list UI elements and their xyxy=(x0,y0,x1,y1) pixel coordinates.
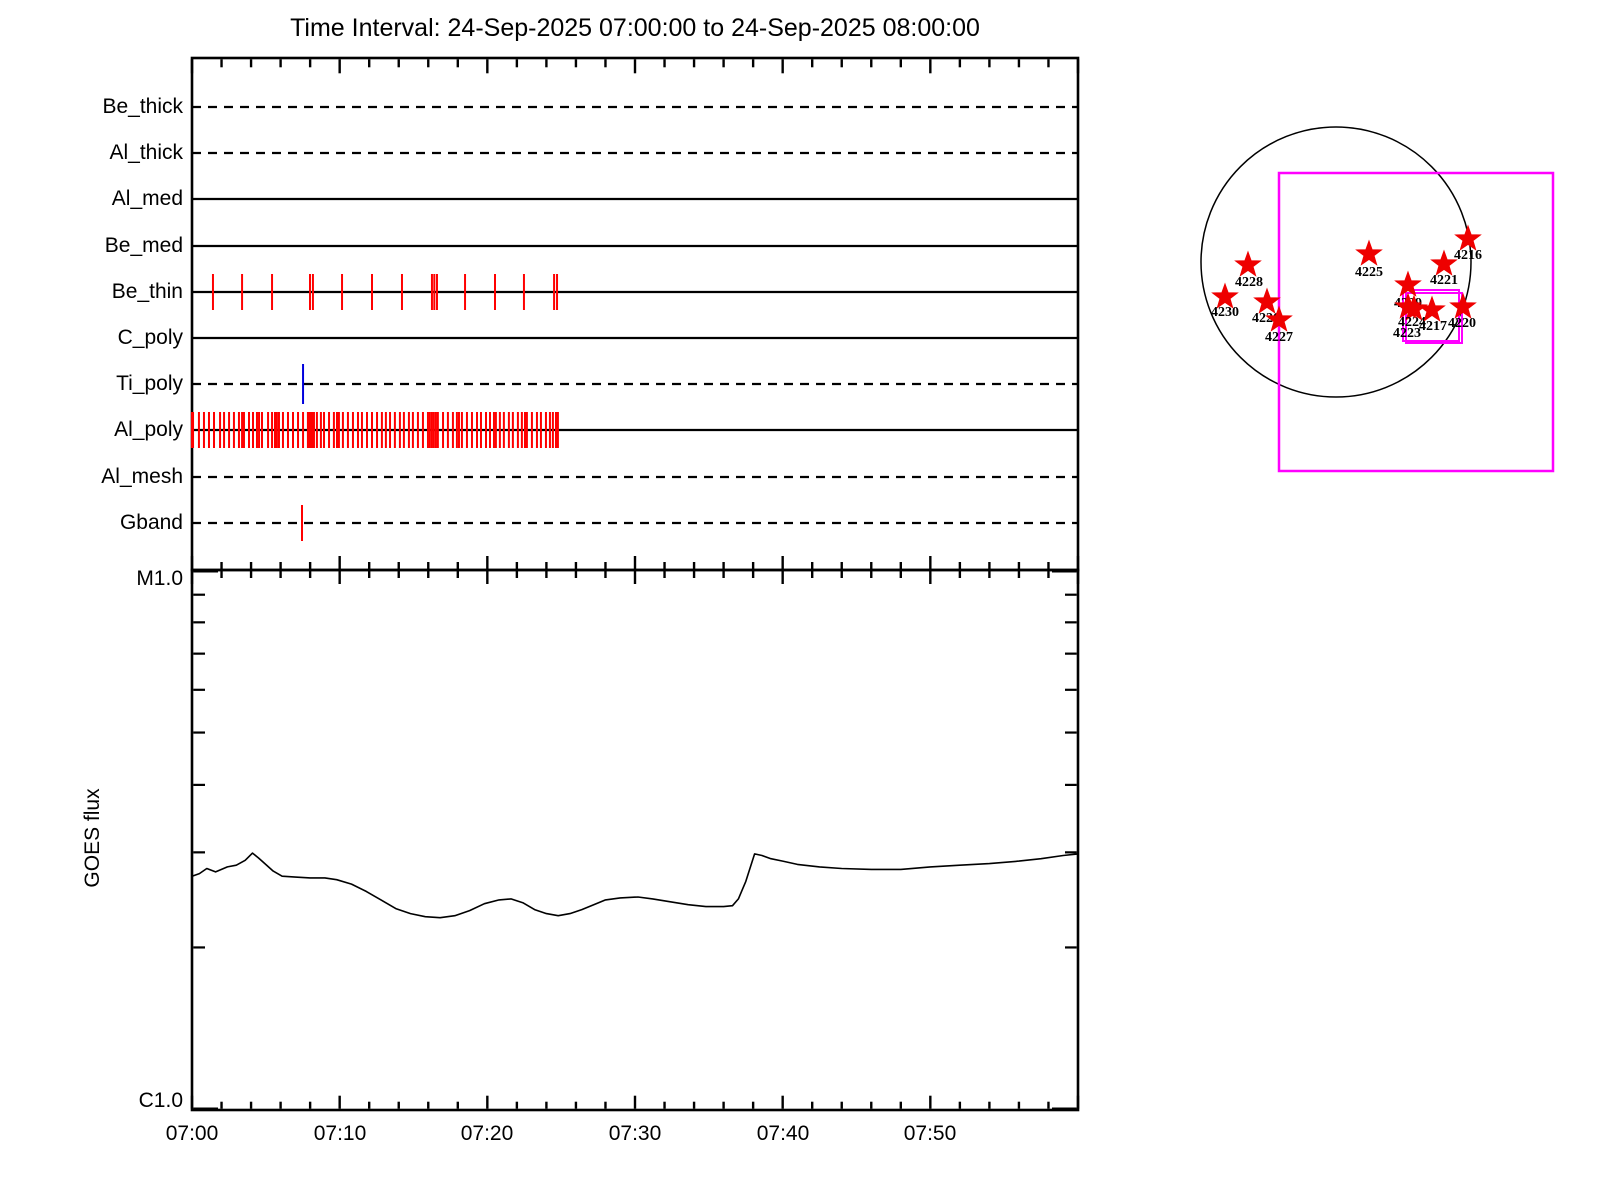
active-region-label: 4223 xyxy=(1393,326,1421,341)
active-region-label: 4228 xyxy=(1235,275,1263,290)
active-region-label: 4230 xyxy=(1211,305,1239,320)
active-region-star xyxy=(1211,282,1239,309)
active-region-label: 4216 xyxy=(1454,248,1482,263)
active-region-label: 4225 xyxy=(1355,265,1383,280)
goes-panel-border xyxy=(190,568,1080,1112)
active-region-star xyxy=(1253,287,1281,314)
active-region-label: 4217 xyxy=(1419,319,1447,334)
timeline-panel-border xyxy=(190,56,1080,572)
active-region-star xyxy=(1234,250,1262,277)
active-region-star xyxy=(1454,224,1482,251)
active-region-label: 4220 xyxy=(1448,316,1476,331)
active-region-star xyxy=(1394,270,1422,297)
active-region-star xyxy=(1430,249,1458,276)
goes-flux-curve xyxy=(191,852,1079,919)
active-region-label: 4227 xyxy=(1265,330,1293,345)
active-region-star xyxy=(1355,239,1383,266)
plot-window: Time Interval: 24-Sep-2025 07:00:00 to 2… xyxy=(0,0,1600,1200)
active-region-label: 4221 xyxy=(1430,273,1458,288)
plot-canvas: 4216422142254228423042264227422942244223… xyxy=(190,56,1555,1112)
